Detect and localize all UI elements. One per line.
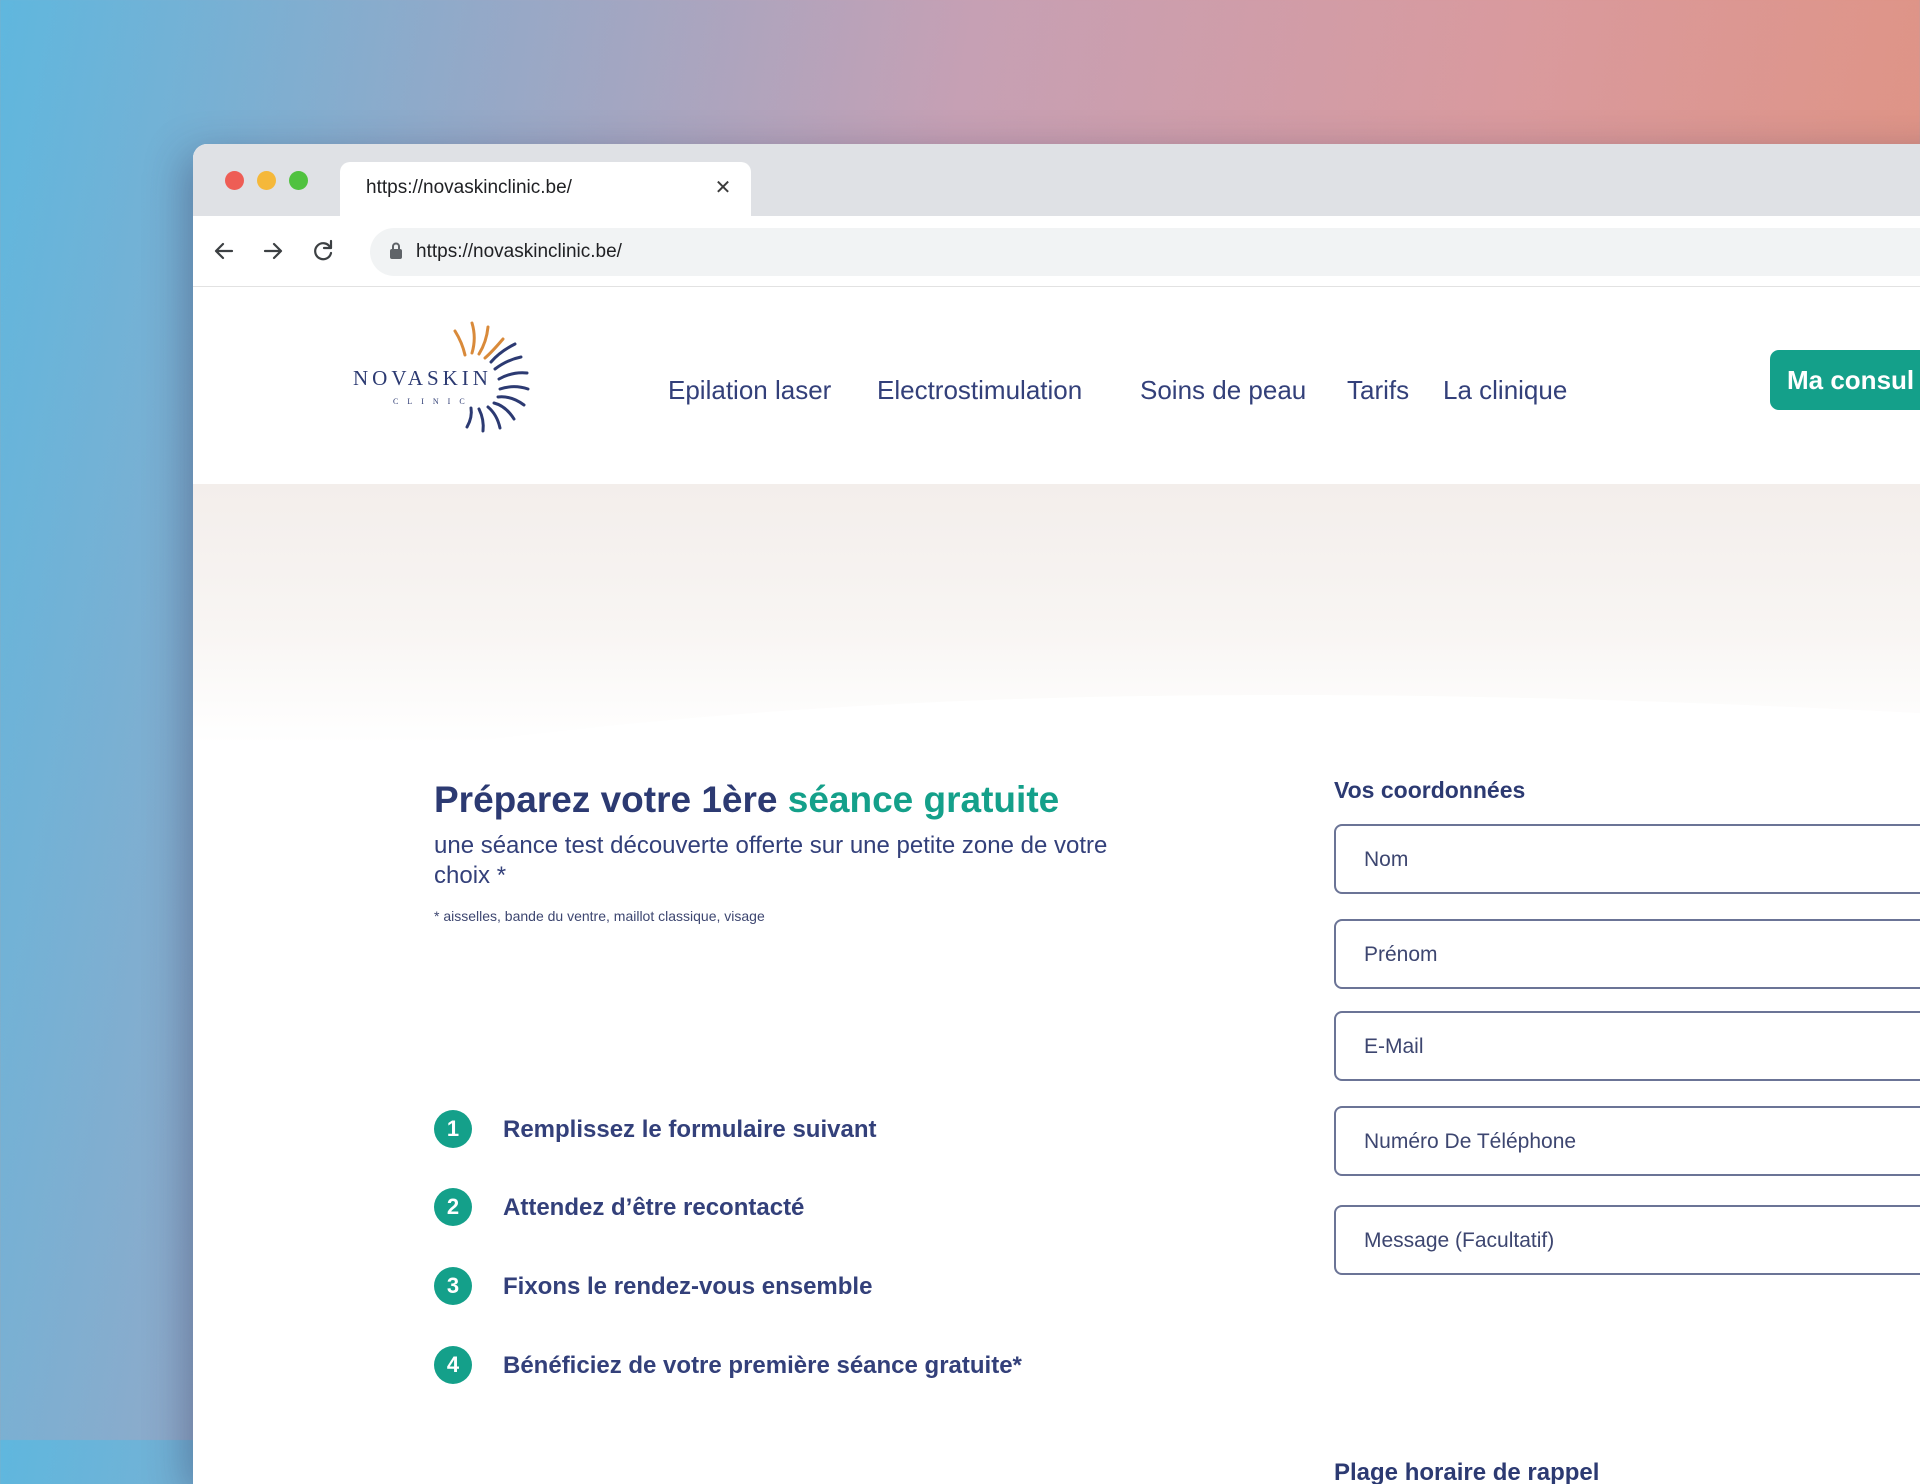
browser-window: https://novaskinclinic.be/ ✕ https://nov… bbox=[193, 144, 1920, 1484]
lock-icon bbox=[390, 242, 402, 259]
back-button[interactable] bbox=[209, 236, 239, 266]
field-placeholder: E-Mail bbox=[1364, 1035, 1424, 1058]
tab-title: https://novaskinclinic.be/ bbox=[366, 177, 572, 198]
site-header: NOVASKIN CLINIC Epilation laser Electros… bbox=[193, 287, 1920, 484]
tab-close-icon[interactable]: ✕ bbox=[711, 175, 735, 199]
url-text[interactable]: https://novaskinclinic.be/ bbox=[416, 241, 622, 263]
form-title: Vos coordonnées bbox=[1334, 777, 1526, 803]
browser-tab[interactable]: https://novaskinclinic.be/ ✕ bbox=[340, 162, 751, 216]
hero-title-main: Préparez votre 1ère bbox=[434, 779, 788, 820]
step-text: Fixons le rendez-vous ensemble bbox=[503, 1273, 873, 1300]
hero-subtitle: une séance test découverte offerte sur u… bbox=[434, 832, 1108, 889]
field-placeholder: Message (Facultatif) bbox=[1364, 1229, 1555, 1252]
field-placeholder: Nom bbox=[1364, 848, 1409, 871]
field-placeholder: Numéro De Téléphone bbox=[1364, 1130, 1577, 1153]
novaskin-logo[interactable]: NOVASKIN CLINIC bbox=[351, 309, 571, 439]
reload-icon bbox=[314, 239, 333, 261]
logo-wordmark: NOVASKIN bbox=[353, 366, 492, 390]
nav-tarifs[interactable]: Tarifs bbox=[1347, 375, 1409, 406]
message-field[interactable]: Message (Facultatif) bbox=[1334, 1205, 1920, 1275]
field-placeholder: Prénom bbox=[1364, 943, 1438, 966]
step-number: 2 bbox=[434, 1188, 472, 1226]
hero-title-accent: séance gratuite bbox=[787, 779, 1060, 820]
web-page: NOVASKIN CLINIC Epilation laser Electros… bbox=[193, 287, 1920, 1484]
back-arrow-icon bbox=[214, 242, 234, 260]
step-number: 1 bbox=[434, 1110, 472, 1148]
step-number: 4 bbox=[434, 1346, 472, 1384]
maximize-window-button[interactable] bbox=[289, 171, 308, 190]
nav-soins-de-peau[interactable]: Soins de peau bbox=[1140, 375, 1306, 406]
logo-subtext: CLINIC bbox=[393, 397, 474, 406]
forward-button[interactable] bbox=[258, 236, 288, 266]
forward-arrow-icon bbox=[263, 242, 283, 260]
step-number: 3 bbox=[434, 1267, 472, 1305]
browser-toolbar: https://novaskinclinic.be/ bbox=[193, 216, 1920, 287]
minimize-window-button[interactable] bbox=[257, 171, 276, 190]
ma-consultation-button[interactable]: Ma consul bbox=[1770, 350, 1920, 410]
nav-la-clinique[interactable]: La clinique bbox=[1443, 375, 1567, 406]
prenom-field[interactable]: Prénom bbox=[1334, 919, 1920, 989]
step-text: Attendez d’être recontacté bbox=[503, 1194, 805, 1221]
phone-field[interactable]: Numéro De Téléphone bbox=[1334, 1106, 1920, 1176]
nav-epilation-laser[interactable]: Epilation laser bbox=[668, 375, 831, 406]
hero-title: Préparez votre 1ère séance gratuite bbox=[434, 779, 1059, 821]
nom-field[interactable]: Nom bbox=[1334, 824, 1920, 894]
close-window-button[interactable] bbox=[225, 171, 244, 190]
tab-bar: https://novaskinclinic.be/ ✕ bbox=[193, 144, 1920, 216]
nav-electrostimulation[interactable]: Electrostimulation bbox=[877, 375, 1082, 406]
time-slot-title: Plage horaire de rappel bbox=[1334, 1459, 1600, 1484]
address-bar[interactable]: https://novaskinclinic.be/ bbox=[370, 228, 1920, 276]
hero-footnote: * aisselles, bande du ventre, maillot cl… bbox=[434, 908, 765, 924]
step-text: Remplissez le formulaire suivant bbox=[503, 1116, 877, 1143]
email-field[interactable]: E-Mail bbox=[1334, 1011, 1920, 1081]
reload-button[interactable] bbox=[308, 236, 338, 266]
step-text: Bénéficiez de votre première séance grat… bbox=[503, 1352, 1022, 1379]
